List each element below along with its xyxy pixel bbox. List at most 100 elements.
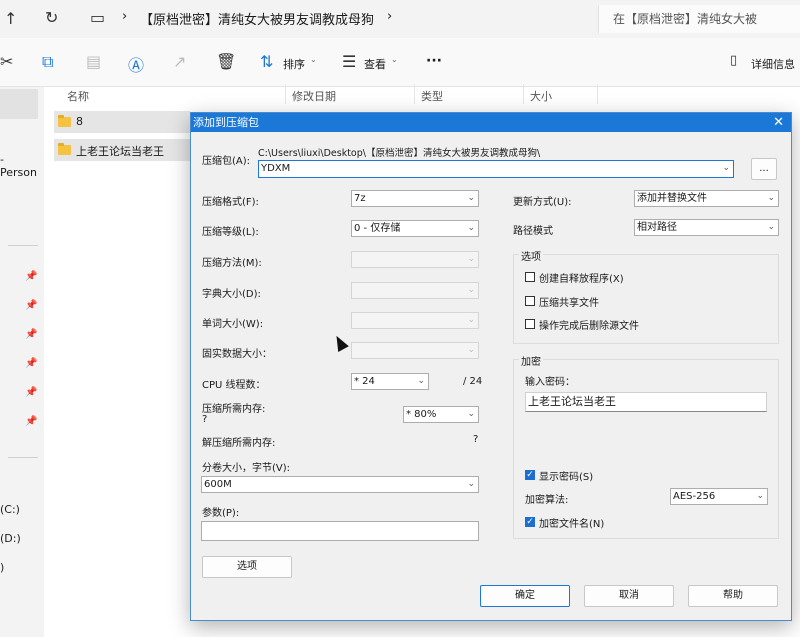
params-input[interactable] — [201, 521, 479, 541]
show-password-checkbox[interactable]: ✓ — [525, 470, 535, 480]
details-pane-icon[interactable]: ▯ — [730, 53, 737, 68]
chevron-down-icon[interactable]: ⌄ — [722, 161, 730, 176]
chevron-down-icon: ⌄ — [767, 222, 775, 232]
dict-select[interactable]: ⌄ — [351, 282, 479, 299]
enc-method-value: AES-256 — [673, 491, 716, 502]
archive-name-combo[interactable]: YDXM ⌄ — [258, 160, 734, 178]
column-name[interactable]: 名称 — [67, 88, 89, 104]
show-password-label[interactable]: 显示密码(S) — [539, 468, 593, 483]
mem-comp-value: ? — [202, 414, 208, 425]
drive-c[interactable]: (C:) — [0, 503, 20, 516]
add-to-archive-dialog: 添加到压缩包 ✕ 压缩包(A): C:\Users\liuxi\Desktop\… — [190, 112, 792, 621]
options-group-title: 选项 — [519, 248, 543, 263]
chevron-down-icon: ⌄ — [467, 254, 475, 264]
pin-icon[interactable]: 📌 — [25, 271, 37, 282]
mem-decomp-value: ? — [473, 434, 479, 445]
close-icon[interactable]: ✕ — [773, 113, 784, 132]
dialog-title: 添加到压缩包 — [193, 116, 259, 129]
file-row[interactable]: 上老王论坛当老王 — [54, 139, 190, 161]
command-bar: ✂ ⧉ ▤ Ⓐ ↗ 🗑 ⇅ 排序 ⌄ ☰ 查看 ⌄ ··· ▯ 详细信息 — [0, 38, 800, 87]
encrypt-names-label[interactable]: 加密文件名(N) — [539, 515, 604, 530]
pin-icon[interactable]: 📌 — [25, 329, 37, 340]
sfx-label[interactable]: 创建自释放程序(X) — [539, 270, 624, 285]
share-icon[interactable]: ↗ — [173, 52, 186, 71]
cpu-total: / 24 — [463, 376, 483, 387]
breadcrumb-chevron-icon[interactable]: › — [122, 9, 127, 24]
pin-icon[interactable]: 📌 — [25, 387, 37, 398]
details-button[interactable]: 详细信息 — [751, 56, 795, 72]
refresh-icon[interactable]: ↻ — [45, 8, 58, 27]
copy-icon[interactable]: ⧉ — [42, 52, 53, 72]
chevron-down-icon: ⌄ — [467, 285, 475, 295]
sort-button[interactable]: 排序 — [283, 56, 305, 72]
cancel-button[interactable]: 取消 — [584, 585, 674, 607]
file-row[interactable]: 8 — [54, 111, 190, 133]
more-options-button[interactable]: ··· — [426, 53, 442, 69]
breadcrumb-chevron-icon[interactable]: › — [387, 9, 392, 24]
ok-button[interactable]: 确定 — [480, 585, 570, 607]
column-divider[interactable] — [523, 84, 524, 104]
dialog-title-bar[interactable]: 添加到压缩包 ✕ — [191, 113, 791, 132]
shared-checkbox[interactable] — [525, 296, 535, 306]
rename-icon[interactable]: Ⓐ — [128, 52, 144, 76]
browse-button[interactable]: ... — [751, 158, 777, 180]
sort-icon[interactable]: ⇅ — [260, 52, 273, 71]
column-type[interactable]: 类型 — [421, 88, 443, 104]
path-mode-select[interactable]: 相对路径 ⌄ — [634, 219, 779, 236]
delete-icon[interactable]: 🗑 — [216, 52, 236, 71]
up-arrow-icon[interactable]: ↑ — [4, 9, 17, 28]
folder-icon — [58, 143, 71, 155]
chevron-down-icon: ⌄ — [467, 479, 475, 489]
method-label: 压缩方法(M): — [202, 258, 262, 269]
drive-d[interactable]: (D:) — [0, 532, 21, 545]
enc-method-select[interactable]: AES-256 ⌄ — [670, 488, 768, 505]
cut-icon[interactable]: ✂ — [0, 52, 13, 71]
monitor-icon[interactable]: ▭ — [90, 8, 105, 27]
pin-icon[interactable]: 📌 — [25, 416, 37, 427]
delete-source-checkbox[interactable] — [525, 319, 535, 329]
chevron-down-icon: ⌄ — [391, 55, 398, 64]
chevron-down-icon: ⌄ — [467, 345, 475, 355]
view-icon[interactable]: ☰ — [342, 52, 356, 71]
level-select[interactable]: 0 - 仅存储 ⌄ — [351, 220, 479, 237]
file-name: 8 — [76, 115, 83, 128]
chevron-down-icon: ⌄ — [467, 409, 475, 419]
view-button[interactable]: 查看 — [364, 56, 386, 72]
column-divider[interactable] — [285, 84, 286, 104]
sfx-checkbox[interactable] — [525, 272, 535, 282]
column-divider[interactable] — [414, 84, 415, 104]
word-select[interactable]: ⌄ — [351, 312, 479, 329]
paste-icon[interactable]: ▤ — [86, 52, 101, 71]
mem-comp-label: 压缩所需内存: — [202, 404, 266, 415]
column-modified[interactable]: 修改日期 — [292, 88, 336, 104]
cpu-select[interactable]: * 24 ⌄ — [351, 373, 429, 390]
nav-selected-item[interactable] — [0, 89, 38, 119]
format-select[interactable]: 7z ⌄ — [351, 190, 479, 207]
options-button[interactable]: 选项 — [202, 556, 292, 578]
shared-label[interactable]: 压缩共享文件 — [539, 294, 599, 309]
column-divider[interactable] — [597, 84, 598, 104]
drive-other[interactable]: ) — [0, 561, 4, 574]
update-value: 添加并替换文件 — [637, 193, 707, 204]
cpu-value: * 24 — [354, 376, 375, 387]
breadcrumb-current[interactable]: 【原档泄密】清纯女大被男友调教成母狗 — [140, 9, 374, 28]
chevron-down-icon: ⌄ — [467, 193, 475, 203]
delete-source-label[interactable]: 操作完成后删除源文件 — [539, 317, 639, 332]
mem-percent-select[interactable]: * 80% ⌄ — [403, 406, 479, 423]
update-select[interactable]: 添加并替换文件 ⌄ — [634, 190, 779, 207]
archive-label: 压缩包(A): — [202, 156, 251, 167]
search-input[interactable]: 在【原档泄密】清纯女大被 — [598, 5, 800, 33]
chevron-down-icon: ⌄ — [467, 315, 475, 325]
format-label: 压缩格式(F): — [202, 197, 259, 208]
volume-select[interactable]: 600M ⌄ — [201, 476, 479, 493]
help-button[interactable]: 帮助 — [688, 585, 778, 607]
pin-icon[interactable]: 📌 — [25, 358, 37, 369]
nav-item-personal[interactable]: - Person — [0, 153, 44, 179]
pin-icon[interactable]: 📌 — [25, 300, 37, 311]
solid-select[interactable]: ⌄ — [351, 342, 479, 359]
encryption-group: 加密 输入密码： 上老王论坛当老王 ✓ 显示密码(S) 加密算法: AES-25… — [513, 353, 779, 539]
password-input[interactable]: 上老王论坛当老王 — [525, 392, 767, 412]
method-select[interactable]: ⌄ — [351, 251, 479, 268]
column-size[interactable]: 大小 — [530, 88, 552, 104]
encrypt-names-checkbox[interactable]: ✓ — [525, 517, 535, 527]
